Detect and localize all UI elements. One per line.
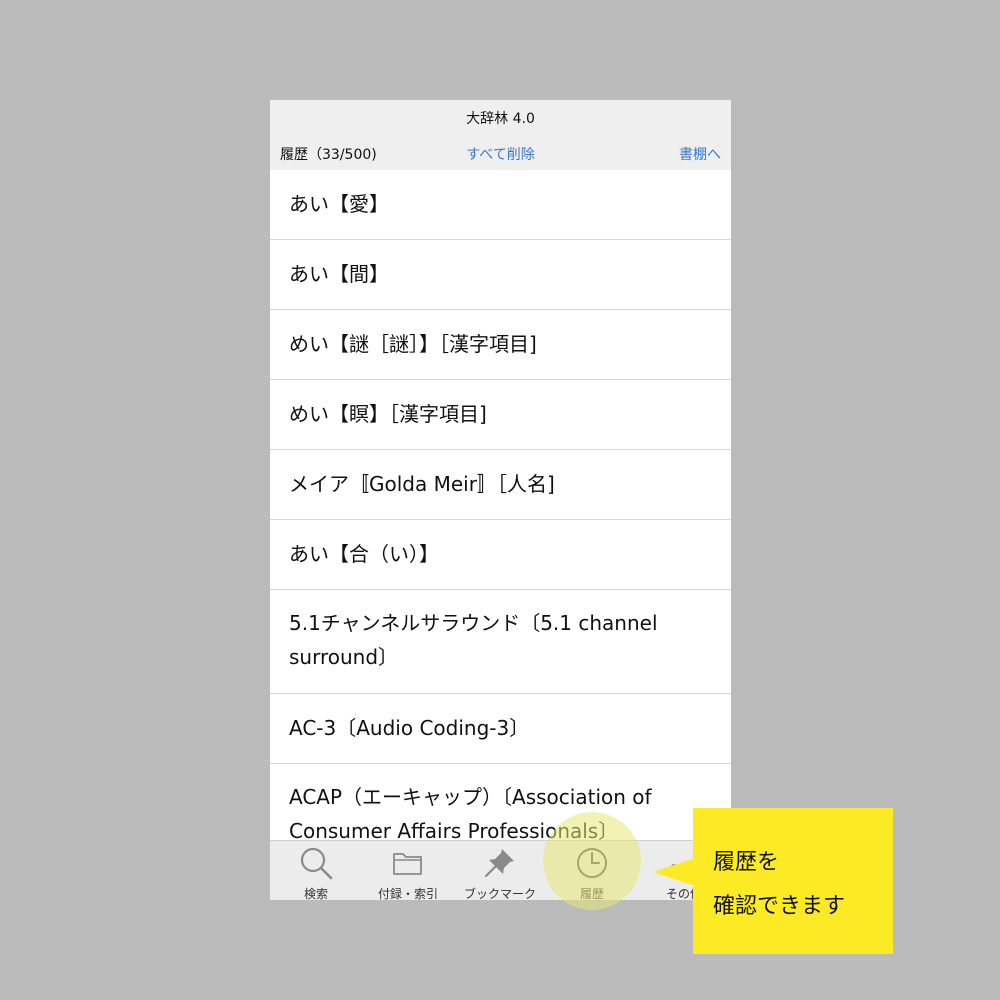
history-item[interactable]: AC-3〔Audio Coding-3〕 — [270, 694, 731, 764]
history-list: あい【愛】 あい【間】 めい【謎［謎］】［漢字項目] めい【瞑】［漢字項目] メ… — [270, 170, 731, 840]
tab-search[interactable]: 検索 — [270, 841, 362, 900]
navigation-bar: 大辞林 4.0 履歴（33/500) すべて削除 書棚へ — [270, 100, 731, 170]
history-item[interactable]: あい【合（い）】 — [270, 520, 731, 590]
history-item[interactable]: めい【謎［謎］】［漢字項目] — [270, 310, 731, 380]
tab-history[interactable]: 履歴 — [546, 841, 638, 900]
tab-bookmark[interactable]: ブックマーク — [454, 841, 546, 900]
callout-text-line1: 履歴を — [713, 850, 780, 875]
magnifier-icon — [300, 847, 333, 880]
history-item[interactable]: ACAP（エーキャップ）〔Association of Consumer Aff… — [270, 764, 731, 840]
callout-text-line2: 確認できます — [713, 894, 846, 919]
folder-icon — [393, 853, 422, 875]
bookshelf-button[interactable]: 書棚へ — [679, 144, 721, 164]
callout-box: 履歴を 確認できます — [693, 808, 893, 954]
app-screen: 大辞林 4.0 履歴（33/500) すべて削除 書棚へ あい【愛】 あい【間】… — [270, 100, 731, 900]
history-item[interactable]: あい【間】 — [270, 240, 731, 310]
clear-all-button[interactable]: すべて削除 — [466, 147, 534, 163]
callout-pointer — [653, 858, 695, 886]
history-item[interactable]: メイア〚Golda Meir〛［人名] — [270, 450, 731, 520]
history-item[interactable]: めい【瞑】［漢字項目] — [270, 380, 731, 450]
tab-appendix-index[interactable]: 付録・索引 — [362, 841, 454, 900]
clock-icon — [577, 848, 607, 878]
app-title: 大辞林 4.0 — [466, 111, 535, 127]
history-item[interactable]: あい【愛】 — [270, 170, 731, 240]
pushpin-icon — [484, 849, 514, 878]
history-item[interactable]: 5.1チャンネルサラウンド〔5.1 channel surround〕 — [270, 590, 731, 694]
history-count: 履歴（33/500) — [280, 147, 377, 163]
